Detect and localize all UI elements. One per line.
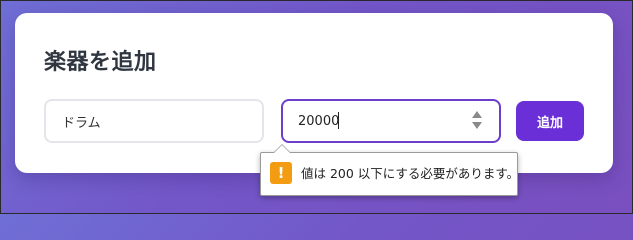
price-input[interactable] xyxy=(283,101,483,141)
add-button[interactable]: 追加 xyxy=(516,101,584,141)
text-caret xyxy=(338,112,339,129)
price-input-wrapper[interactable] xyxy=(281,99,501,143)
validation-message: 値は 200 以下にする必要があります。 xyxy=(301,166,520,181)
validation-tooltip: ! 値は 200 以下にする必要があります。 xyxy=(260,144,520,196)
instrument-name-input[interactable] xyxy=(44,99,264,143)
tooltip-arrow-fill xyxy=(274,145,290,153)
number-spinner[interactable] xyxy=(471,111,483,131)
card-title: 楽器を追加 xyxy=(44,50,157,75)
spin-up-icon[interactable] xyxy=(472,111,482,118)
add-instrument-card: 楽器を追加 追加 xyxy=(15,13,613,173)
spin-down-icon[interactable] xyxy=(472,122,482,129)
warning-icon: ! xyxy=(270,162,292,184)
page-background: { "form": { "title": "楽器を追加", "instrumen… xyxy=(0,0,633,214)
